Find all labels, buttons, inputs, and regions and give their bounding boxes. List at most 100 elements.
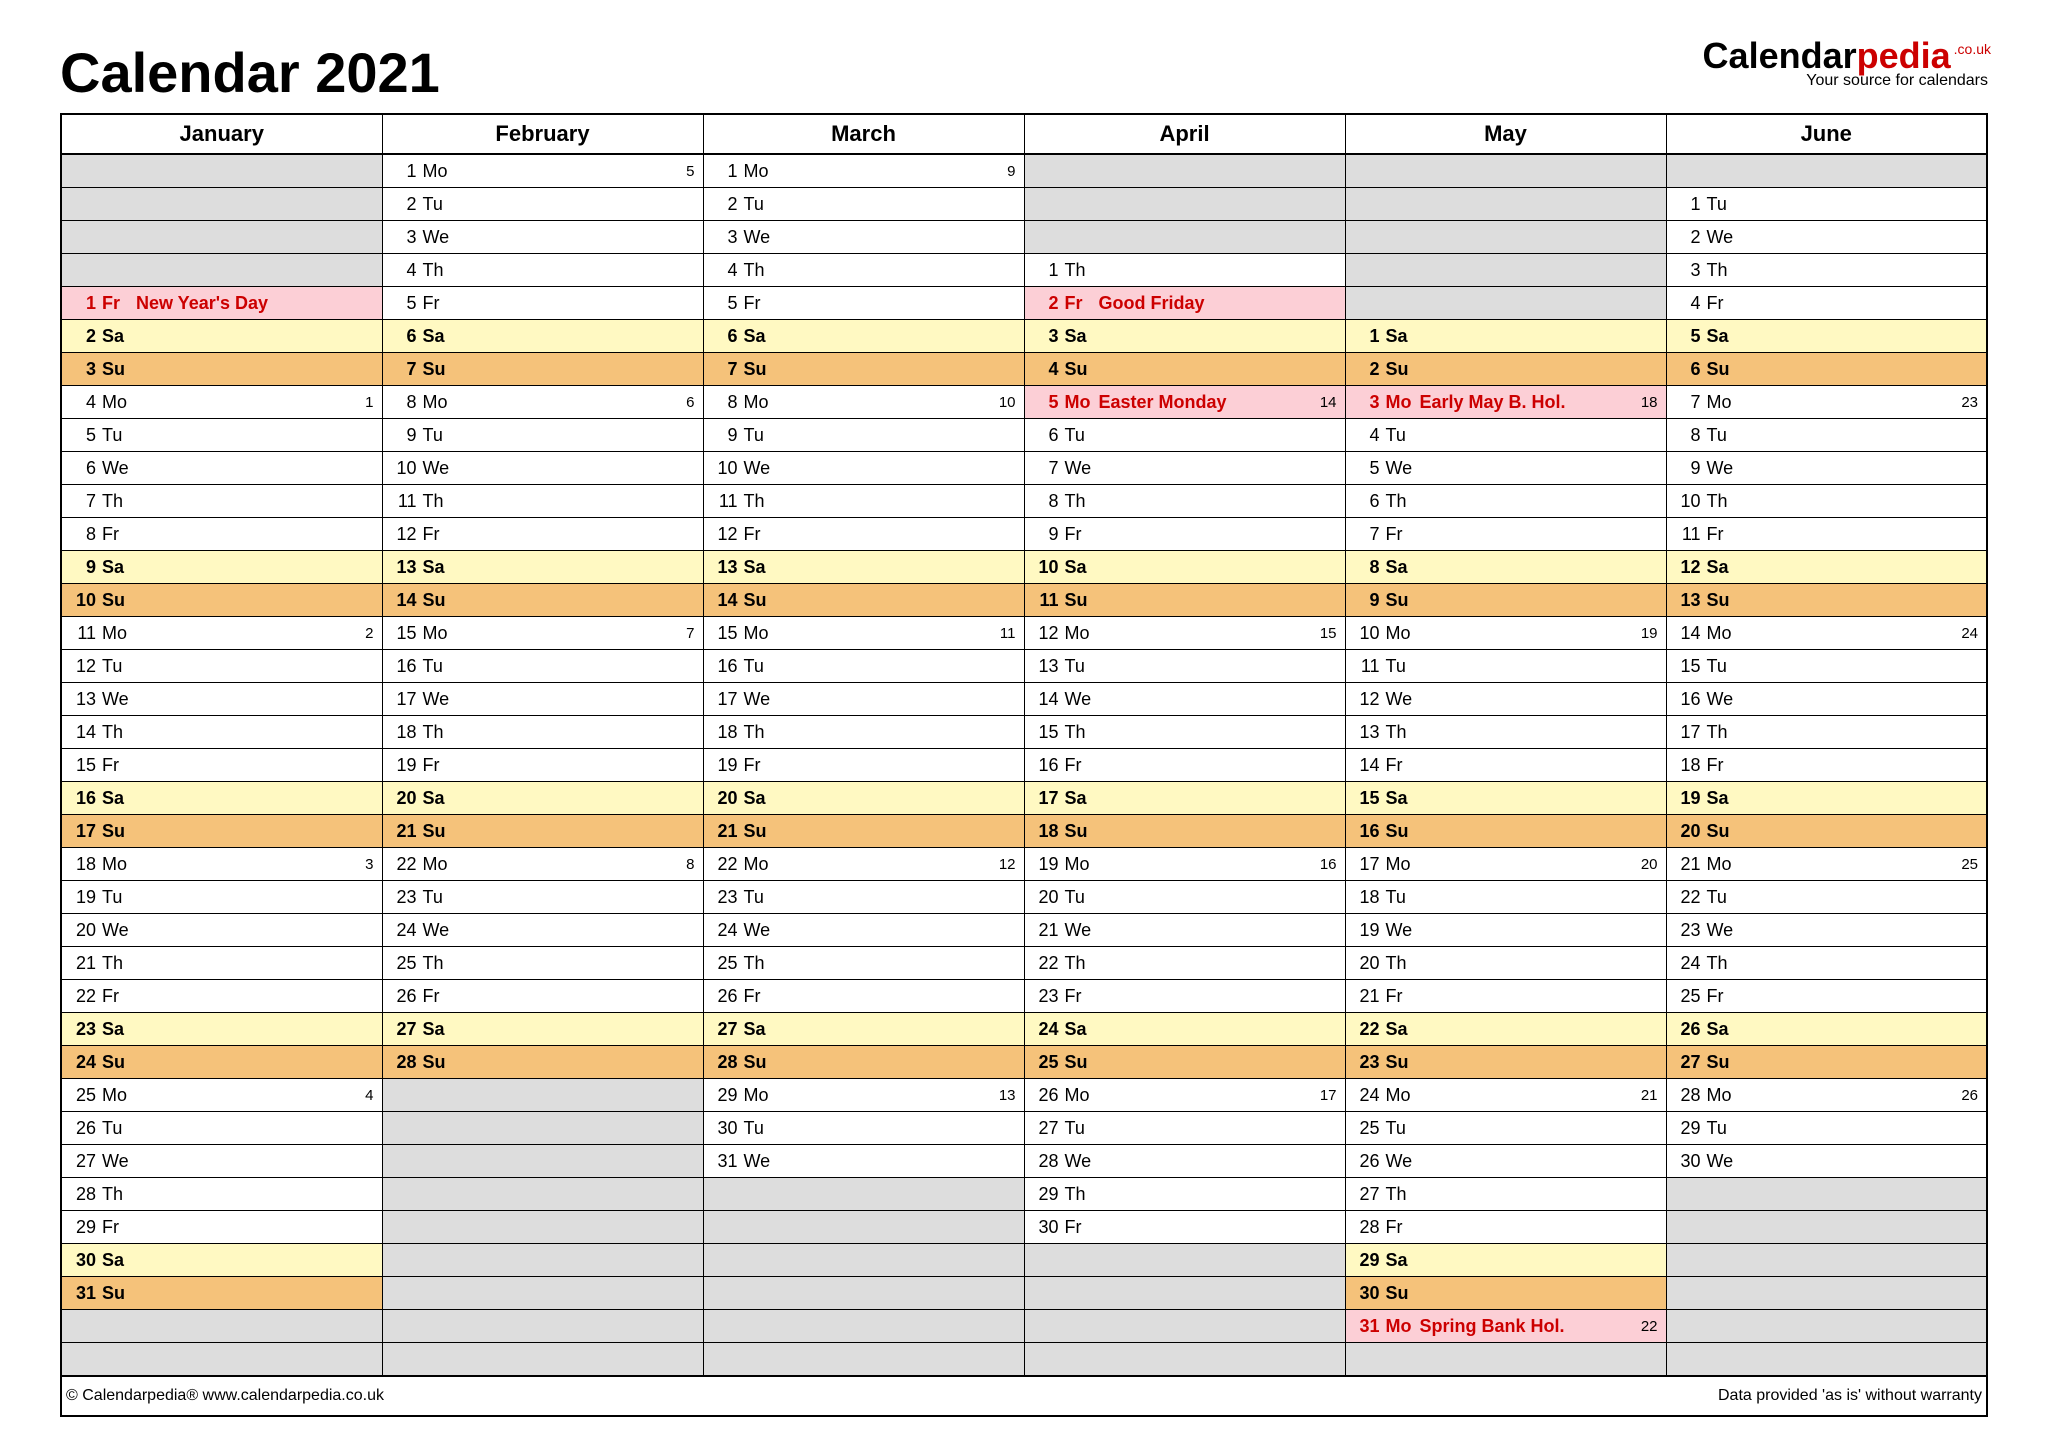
week-number: 22 <box>1641 1318 1658 1335</box>
day-number: 7 <box>1033 458 1059 479</box>
day-number: 6 <box>391 326 417 347</box>
day-number: 9 <box>1675 458 1701 479</box>
day-number: 25 <box>712 953 738 974</box>
calendar-cell: 1Mo9 <box>703 154 1024 188</box>
week-number: 3 <box>365 856 373 873</box>
calendar-cell: 5Tu <box>61 419 382 452</box>
day-of-week: Fr <box>744 524 772 545</box>
day-number: 2 <box>1675 227 1701 248</box>
day-of-week: Fr <box>1707 755 1735 776</box>
calendar-cell: 17Su <box>61 815 382 848</box>
day-number: 7 <box>1675 392 1701 413</box>
day-number: 23 <box>70 1019 96 1040</box>
calendar-cell: 24We <box>703 914 1024 947</box>
day-number: 12 <box>712 524 738 545</box>
day-of-week: Sa <box>1386 1019 1414 1040</box>
calendar-cell: 10Su <box>61 584 382 617</box>
calendar-row: 17Su21Su21Su18Su16Su20Su <box>61 815 1987 848</box>
calendar-cell: 7Su <box>703 353 1024 386</box>
day-number: 26 <box>1354 1151 1380 1172</box>
calendar-cell: 23Sa <box>61 1013 382 1046</box>
day-of-week: Mo <box>744 854 772 875</box>
day-of-week: Su <box>1386 359 1414 380</box>
calendar-cell: 2Tu <box>703 188 1024 221</box>
calendar-cell: 6Sa <box>703 320 1024 353</box>
day-number: 25 <box>391 953 417 974</box>
calendar-cell: 1Mo5 <box>382 154 703 188</box>
day-of-week: Th <box>1386 722 1414 743</box>
calendar-row: 23Sa27Sa27Sa24Sa22Sa26Sa <box>61 1013 1987 1046</box>
calendar-cell: 17Mo20 <box>1345 848 1666 881</box>
calendar-cell: 20Sa <box>703 782 1024 815</box>
day-number: 11 <box>1033 590 1059 611</box>
day-of-week: Mo <box>1386 1085 1414 1106</box>
calendar-cell: 26Fr <box>703 980 1024 1013</box>
calendar-row: 31MoSpring Bank Hol.22 <box>61 1310 1987 1343</box>
day-of-week: Th <box>102 953 130 974</box>
calendar-row: 3We3We2We <box>61 221 1987 254</box>
day-number: 16 <box>1354 821 1380 842</box>
calendar-cell: 19Tu <box>61 881 382 914</box>
week-number: 10 <box>999 394 1016 411</box>
day-of-week: Su <box>1707 590 1735 611</box>
week-number: 4 <box>365 1087 373 1104</box>
calendar-cell: 21Su <box>382 815 703 848</box>
calendar-cell: 15Th <box>1024 716 1345 749</box>
day-number: 18 <box>1033 821 1059 842</box>
day-of-week: Mo <box>102 1085 130 1106</box>
calendar-cell: 13Sa <box>382 551 703 584</box>
day-of-week: Th <box>1386 491 1414 512</box>
week-number: 19 <box>1641 625 1658 642</box>
day-number: 12 <box>70 656 96 677</box>
day-number: 26 <box>712 986 738 1007</box>
day-number: 23 <box>1675 920 1701 941</box>
day-number: 5 <box>1033 392 1059 413</box>
day-of-week: We <box>744 227 772 248</box>
calendar-cell: 18Th <box>382 716 703 749</box>
day-number: 25 <box>70 1085 96 1106</box>
week-number: 12 <box>999 856 1016 873</box>
day-of-week: Th <box>102 1184 130 1205</box>
calendar-cell: 21We <box>1024 914 1345 947</box>
day-number: 4 <box>1354 425 1380 446</box>
day-of-week: Sa <box>102 326 130 347</box>
calendar-cell: 12Tu <box>61 650 382 683</box>
day-of-week: Mo <box>1707 623 1735 644</box>
day-number: 29 <box>1033 1184 1059 1205</box>
day-of-week: We <box>1065 458 1093 479</box>
day-number: 1 <box>391 161 417 182</box>
calendar-cell: 16Sa <box>61 782 382 815</box>
week-number: 8 <box>686 856 694 873</box>
day-number: 29 <box>712 1085 738 1106</box>
day-of-week: Su <box>102 1283 130 1304</box>
day-of-week: Su <box>1386 590 1414 611</box>
day-of-week: We <box>102 689 130 710</box>
calendar-cell: 26Tu <box>61 1112 382 1145</box>
day-number: 23 <box>1033 986 1059 1007</box>
day-number: 28 <box>70 1184 96 1205</box>
day-of-week: Mo <box>1386 1316 1414 1337</box>
calendar-cell <box>703 1178 1024 1211</box>
month-header: March <box>703 114 1024 154</box>
calendar-cell: 21Th <box>61 947 382 980</box>
calendar-cell: 6Sa <box>382 320 703 353</box>
day-of-week: Th <box>423 491 451 512</box>
day-of-week: Th <box>102 491 130 512</box>
calendar-cell: 21Fr <box>1345 980 1666 1013</box>
calendar-cell: 12We <box>1345 683 1666 716</box>
day-number: 23 <box>712 887 738 908</box>
day-of-week: Th <box>1386 953 1414 974</box>
calendar-cell: 10Mo19 <box>1345 617 1666 650</box>
day-number: 11 <box>391 491 417 512</box>
day-number: 24 <box>1675 953 1701 974</box>
calendar-cell: 26Mo17 <box>1024 1079 1345 1112</box>
day-of-week: Tu <box>1065 425 1093 446</box>
calendar-cell: 16Su <box>1345 815 1666 848</box>
calendar-cell: 18Fr <box>1666 749 1987 782</box>
day-of-week: Tu <box>1386 887 1414 908</box>
day-of-week: Su <box>744 590 772 611</box>
calendar-cell: 3Sa <box>1024 320 1345 353</box>
calendar-cell: 5Fr <box>382 287 703 320</box>
calendar-cell: 18Su <box>1024 815 1345 848</box>
day-of-week: Sa <box>1707 557 1735 578</box>
